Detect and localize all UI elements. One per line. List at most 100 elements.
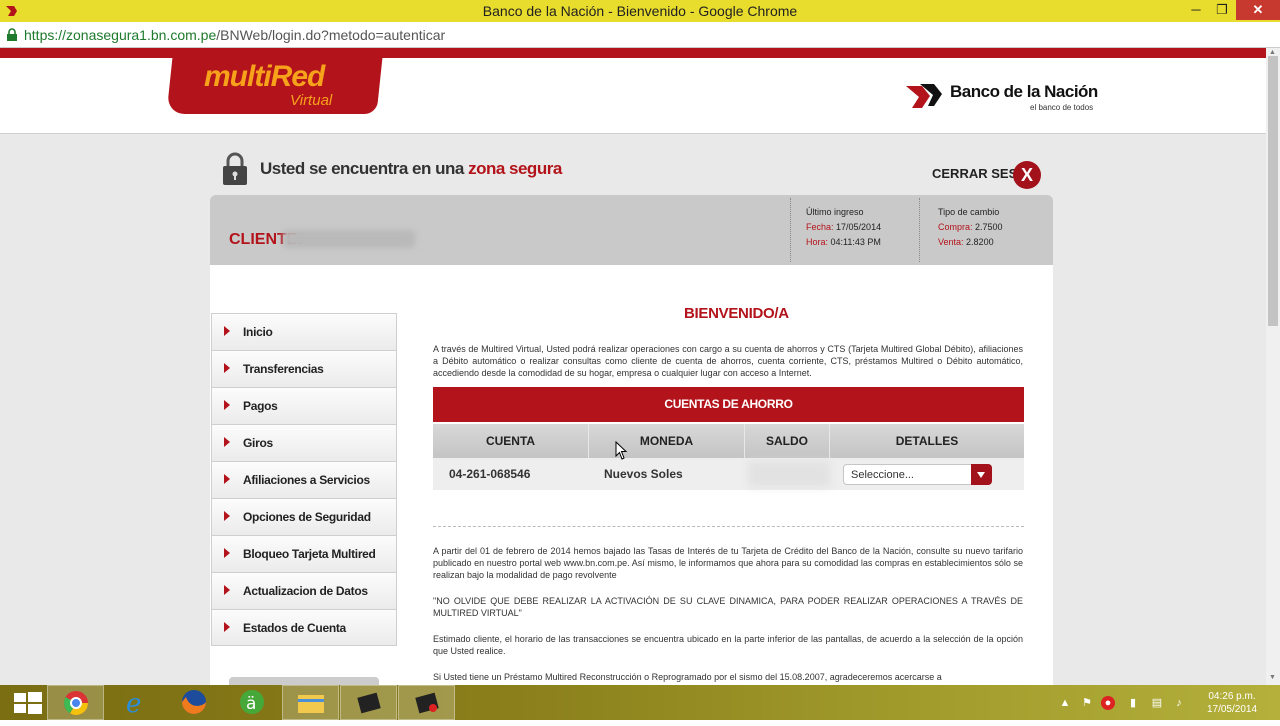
info-divider bbox=[919, 198, 920, 262]
minimize-button[interactable]: ─ bbox=[1184, 0, 1208, 20]
menu-item-transferencias[interactable]: Transferencias bbox=[211, 350, 397, 387]
tray-volume-icon[interactable]: ♪ bbox=[1172, 696, 1186, 710]
column-header-cuenta: CUENTA bbox=[433, 424, 589, 458]
side-menu: Inicio Transferencias Pagos Giros Afilia… bbox=[211, 313, 397, 646]
menu-item-label: Giros bbox=[243, 436, 273, 450]
notice-dynamic-key: "NO OLVIDE QUE DEBE REALIZAR LA ACTIVACI… bbox=[433, 596, 1023, 618]
welcome-heading: BIENVENIDO/A bbox=[684, 305, 789, 322]
tray-record-icon[interactable]: ● bbox=[1101, 696, 1115, 710]
buy-label: Compra: bbox=[938, 222, 973, 232]
time-value: 04:11:43 PM bbox=[830, 237, 881, 247]
scroll-up-icon[interactable]: ▲ bbox=[1269, 49, 1276, 56]
last-login-box: Último ingreso Fecha: 17/05/2014 Hora: 0… bbox=[806, 205, 881, 250]
exchange-buy: Compra: 2.7500 bbox=[938, 220, 1003, 235]
menu-item-label: Estados de Cuenta bbox=[243, 621, 346, 635]
window-title: Banco de la Nación - Bienvenido - Google… bbox=[482, 3, 798, 19]
padlock-icon bbox=[223, 152, 247, 185]
menu-item-bloqueo[interactable]: Bloqueo Tarjeta Multired bbox=[211, 535, 397, 572]
accounts-table-title: CUENTAS DE AHORRO bbox=[433, 387, 1024, 422]
page-scrollbar[interactable]: ▲ ▼ bbox=[1266, 48, 1280, 685]
internet-explorer-icon: e bbox=[126, 689, 141, 719]
secure-lock-icon bbox=[7, 28, 17, 41]
info-divider bbox=[790, 198, 791, 262]
tray-arrow-icon[interactable]: ▲ bbox=[1058, 696, 1072, 710]
menu-item-afiliaciones[interactable]: Afiliaciones a Servicios bbox=[211, 461, 397, 498]
svg-text:ä: ä bbox=[246, 694, 256, 714]
taskbar-app-dark[interactable] bbox=[340, 685, 397, 720]
exchange-rate-box: Tipo de cambio Compra: 2.7500 Venta: 2.8… bbox=[938, 205, 1003, 250]
taskbar-file-explorer[interactable] bbox=[282, 685, 339, 720]
recorder-app-icon bbox=[415, 692, 439, 714]
taskbar-app-green[interactable]: ä bbox=[224, 685, 281, 720]
chrome-icon bbox=[63, 691, 88, 716]
url-path: /BNWeb/login.do?metodo=autenticar bbox=[216, 27, 446, 43]
url-host: https://zonasegura1.bn.com.pe bbox=[24, 27, 217, 43]
details-select[interactable]: Seleccione... bbox=[843, 464, 992, 485]
time-label: Hora: bbox=[806, 237, 829, 247]
bullet-arrow-icon bbox=[224, 363, 230, 373]
taskbar-firefox[interactable] bbox=[166, 685, 223, 720]
url-text[interactable]: https://zonasegura1.bn.com.pe/BNWeb/logi… bbox=[24, 27, 445, 43]
window-titlebar: Banco de la Nación - Bienvenido - Google… bbox=[0, 0, 1280, 22]
bank-tagline: el banco de todos bbox=[1030, 103, 1094, 112]
exchange-title: Tipo de cambio bbox=[938, 207, 1000, 217]
menu-footer-tab bbox=[229, 677, 379, 685]
sell-value: 2.8200 bbox=[966, 237, 994, 247]
firefox-icon bbox=[182, 690, 206, 714]
address-bar[interactable]: https://zonasegura1.bn.com.pe/BNWeb/logi… bbox=[0, 22, 1280, 48]
bank-name: Banco de la Nación bbox=[950, 82, 1098, 101]
banco-nacion-logo-icon bbox=[906, 84, 942, 108]
column-header-saldo: SALDO bbox=[745, 424, 830, 458]
menu-item-actualizacion[interactable]: Actualizacion de Datos bbox=[211, 572, 397, 609]
tray-battery-icon[interactable]: ▮ bbox=[1126, 696, 1140, 710]
column-header-moneda: MONEDA bbox=[589, 424, 745, 458]
green-app-icon: ä bbox=[240, 690, 264, 714]
chevron-down-icon[interactable] bbox=[971, 464, 992, 485]
bullet-arrow-icon bbox=[224, 400, 230, 410]
last-login-date: Fecha: 17/05/2014 bbox=[806, 220, 881, 235]
details-select-value: Seleccione... bbox=[851, 469, 914, 481]
taskbar-app-recorder[interactable] bbox=[398, 685, 455, 720]
sell-label: Venta: bbox=[938, 237, 964, 247]
menu-item-estados-cuenta[interactable]: Estados de Cuenta bbox=[211, 609, 397, 646]
secure-zone-highlight: zona segura bbox=[468, 159, 562, 178]
secure-zone-prefix: Usted se encuentra en una bbox=[260, 159, 469, 178]
date-value: 17/05/2014 bbox=[836, 222, 882, 232]
menu-item-label: Afiliaciones a Servicios bbox=[243, 473, 370, 487]
menu-item-inicio[interactable]: Inicio bbox=[211, 313, 397, 350]
scrollbar-thumb[interactable] bbox=[1268, 56, 1278, 326]
scroll-down-icon[interactable]: ▼ bbox=[1269, 674, 1276, 681]
menu-item-label: Transferencias bbox=[243, 362, 324, 376]
secure-zone-message: Usted se encuentra en una zona segura bbox=[260, 159, 562, 179]
account-number[interactable]: 04-261-068546 bbox=[449, 467, 530, 481]
menu-item-giros[interactable]: Giros bbox=[211, 424, 397, 461]
taskbar-clock[interactable]: 04:26 p.m. 17/05/2014 bbox=[1196, 690, 1268, 716]
svg-text:e: e bbox=[126, 689, 141, 719]
taskbar-chrome[interactable] bbox=[47, 685, 104, 720]
bullet-arrow-icon bbox=[224, 622, 230, 632]
multired-logo-sub: Virtual bbox=[290, 92, 333, 109]
menu-item-label: Actualizacion de Datos bbox=[243, 584, 368, 598]
last-login-title: Último ingreso bbox=[806, 207, 864, 217]
menu-item-seguridad[interactable]: Opciones de Seguridad bbox=[211, 498, 397, 535]
page-viewport: multiRed Virtual Banco de la Nación el b… bbox=[0, 48, 1266, 685]
logout-button[interactable]: X bbox=[1013, 161, 1041, 189]
menu-item-pagos[interactable]: Pagos bbox=[211, 387, 397, 424]
column-header-detalles: DETALLES bbox=[895, 434, 959, 448]
bullet-arrow-icon bbox=[224, 326, 230, 336]
close-window-button[interactable]: ✕ bbox=[1236, 0, 1280, 20]
mouse-cursor-icon bbox=[615, 441, 628, 460]
date-label: Fecha: bbox=[806, 222, 834, 232]
multired-logo[interactable]: multiRed bbox=[204, 60, 325, 94]
notice-loan: Si Usted tiene un Préstamo Multired Reco… bbox=[433, 672, 942, 682]
bullet-arrow-icon bbox=[224, 548, 230, 558]
tray-flag-icon[interactable]: ⚑ bbox=[1080, 696, 1094, 710]
notice-schedule: Estimado cliente, el horario de las tran… bbox=[433, 634, 1023, 656]
tray-network-icon[interactable]: ▤ bbox=[1150, 696, 1164, 710]
bullet-arrow-icon bbox=[224, 585, 230, 595]
last-login-time: Hora: 04:11:43 PM bbox=[806, 235, 881, 250]
menu-item-label: Opciones de Seguridad bbox=[243, 510, 371, 524]
maximize-button[interactable]: ❐ bbox=[1210, 0, 1234, 20]
client-name-redacted bbox=[283, 230, 415, 248]
taskbar-ie[interactable]: e bbox=[107, 685, 164, 720]
